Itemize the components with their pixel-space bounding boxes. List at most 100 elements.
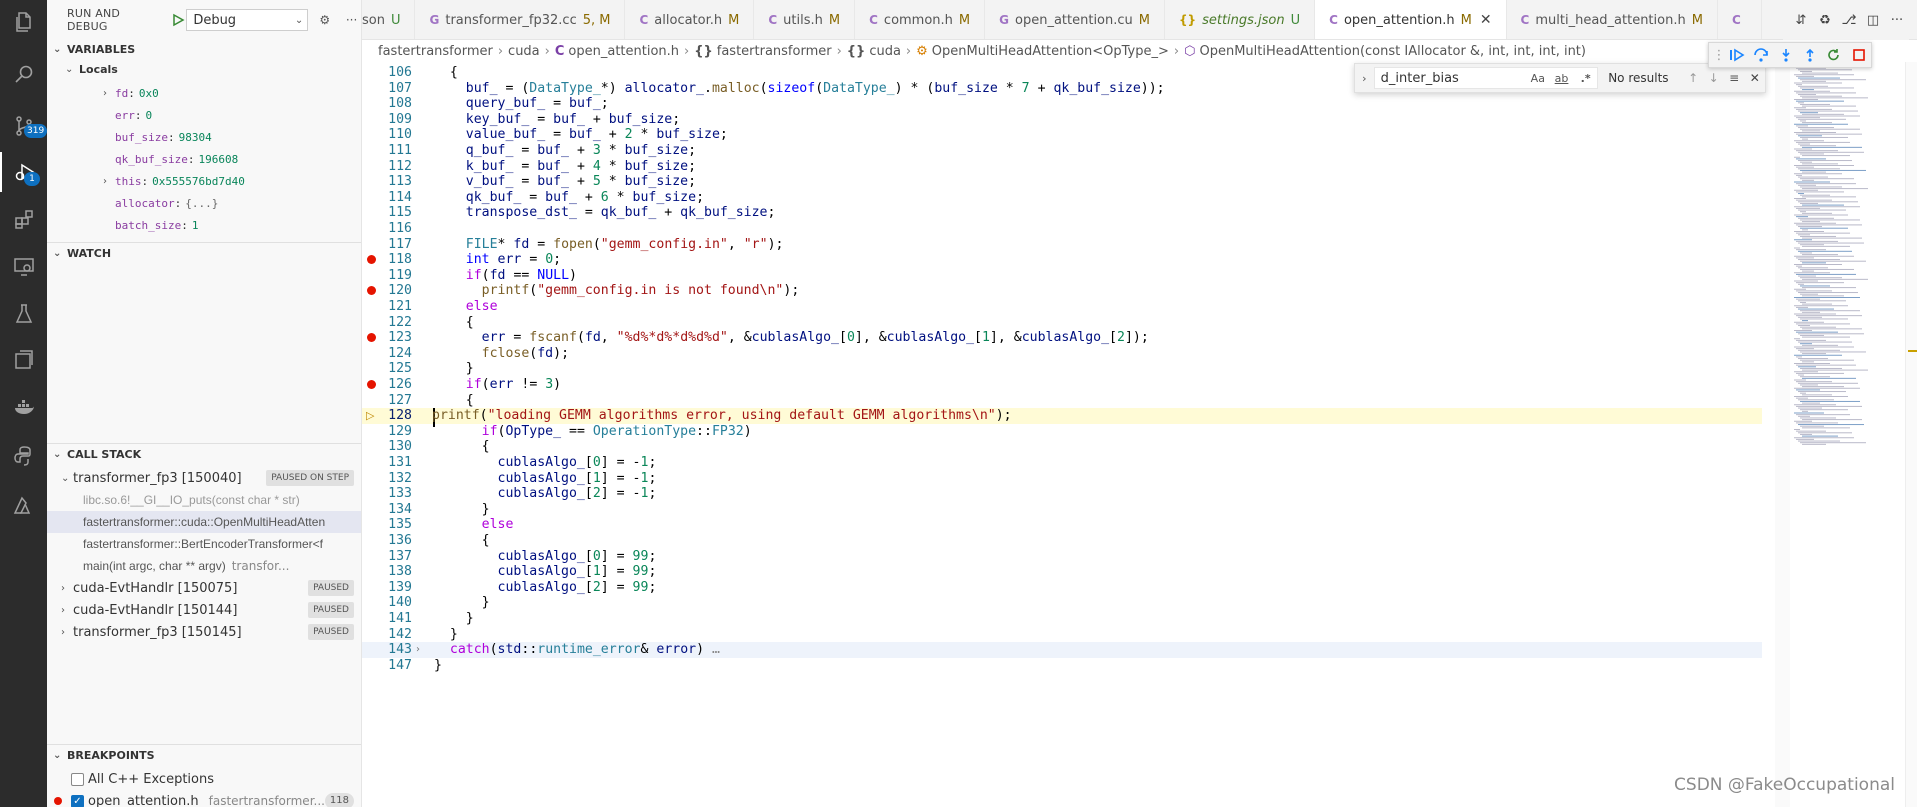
code-line[interactable]: 110 value_buf_ = buf_ + 2 * buf_size; xyxy=(362,127,1762,143)
breakpoint-row[interactable]: All C++ Exceptions xyxy=(47,768,361,790)
compare-icon[interactable]: ⇵ xyxy=(1789,8,1813,32)
breadcrumb-item[interactable]: ⚙ OpenMultiHeadAttention<OpType_> xyxy=(916,44,1169,59)
code-line[interactable]: 115 transpose_dst_ = qk_buf_ + qk_buf_si… xyxy=(362,205,1762,221)
code-line[interactable]: 112 k_buf_ = buf_ + 4 * buf_size; xyxy=(362,159,1762,175)
stop-button[interactable] xyxy=(1847,44,1871,66)
search-icon[interactable] xyxy=(0,54,47,94)
close-icon[interactable]: ✕ xyxy=(1480,12,1492,28)
start-debugging-button[interactable] xyxy=(169,11,186,29)
git-icon[interactable]: ⎇ xyxy=(1837,8,1861,32)
code-line[interactable]: 108 query_buf_ = buf_; xyxy=(362,96,1762,112)
code-line[interactable]: 126 if(err != 3) xyxy=(362,377,1762,393)
code-line[interactable]: ▷ 128 printf("loading GEMM algorithms erro… xyxy=(362,408,1762,427)
code-line[interactable]: 142 } xyxy=(362,627,1762,643)
tab-open-attention-cu[interactable]: Gopen_attention.cu M xyxy=(985,0,1165,39)
callstack-thread[interactable]: › cuda-EvtHandlr [150144] PAUSED xyxy=(47,599,361,621)
regex-button[interactable]: .* xyxy=(1581,72,1591,85)
python-icon[interactable] xyxy=(0,436,47,476)
match-case-button[interactable]: Aa xyxy=(1531,72,1545,85)
breakpoint-icon[interactable] xyxy=(367,255,376,265)
variable-row[interactable]: batch_size:1 xyxy=(47,214,361,236)
code-line[interactable]: 135 else xyxy=(362,517,1762,533)
gear-icon[interactable]: ⚙ xyxy=(314,9,335,31)
chevron-right-icon[interactable]: › xyxy=(103,88,115,99)
tab-son[interactable]: son U xyxy=(362,0,416,39)
debug-config-select[interactable]: Debug ⌄ xyxy=(186,9,309,31)
code-line[interactable]: 132 cublasAlgo_[1] = -1; xyxy=(362,471,1762,487)
whole-word-button[interactable]: ab xyxy=(1555,72,1569,85)
more-actions-icon[interactable]: ··· xyxy=(341,9,361,31)
code-line[interactable]: 141 } xyxy=(362,611,1762,627)
code-line[interactable]: 109 key_buf_ = buf_ + buf_size; xyxy=(362,112,1762,128)
find-in-selection-icon[interactable]: ≡ xyxy=(1724,71,1745,85)
breadcrumb-item[interactable]: {} fastertransformer xyxy=(694,44,831,59)
variable-row[interactable]: › fd:0x0 xyxy=(47,82,361,104)
code-line[interactable]: 124 fclose(fd); xyxy=(362,346,1762,362)
code-line[interactable]: 120 printf("gemm_config.in is not found\… xyxy=(362,283,1762,299)
close-icon[interactable]: ✕ xyxy=(1744,71,1765,85)
callstack-frame[interactable]: libc.so.6!__GI__IO_puts(const char * str… xyxy=(47,489,361,511)
variable-row[interactable]: › this:0x555576bd7d40 xyxy=(47,170,361,192)
tab-open-attention-h[interactable]: Copen_attention.h M ✕ xyxy=(1315,0,1507,39)
code-line[interactable]: 117 FILE* fd = fopen("gemm_config.in", "… xyxy=(362,237,1762,253)
code-line[interactable]: 133 cublasAlgo_[2] = -1; xyxy=(362,486,1762,502)
tab-settings-json[interactable]: {} settings.json U xyxy=(1165,0,1316,39)
code-line[interactable]: 131 cublasAlgo_[0] = -1; xyxy=(362,455,1762,471)
chevron-right-icon[interactable]: › xyxy=(103,176,115,187)
callstack-frame[interactable]: fastertransformer::cuda::OpenMultiHeadAt… xyxy=(47,511,361,533)
code-line[interactable]: 118 int err = 0; xyxy=(362,252,1762,268)
locals-scope[interactable]: ⌄ Locals xyxy=(47,58,361,80)
variable-row[interactable]: allocator: {...} xyxy=(47,192,361,214)
code-line[interactable]: 113 v_buf_ = buf_ + 5 * buf_size; xyxy=(362,174,1762,190)
variable-row[interactable]: buf_size:98304 xyxy=(47,126,361,148)
breakpoint-icon[interactable] xyxy=(367,333,376,343)
breadcrumb-item[interactable]: fastertransformer xyxy=(378,44,493,59)
watch-section-header[interactable]: ⌄ WATCH xyxy=(47,242,361,264)
variable-row[interactable]: qk_buf_size:196608 xyxy=(47,148,361,170)
code-line[interactable]: 127 { xyxy=(362,393,1762,409)
breakpoint-icon[interactable] xyxy=(367,286,376,296)
chevron-down-icon[interactable]: ⌄ xyxy=(61,473,73,484)
arrow-down-icon[interactable]: ↓ xyxy=(1703,71,1724,85)
code-line[interactable]: 136 { xyxy=(362,533,1762,549)
tab-more[interactable]: C xyxy=(1718,0,1762,39)
minimap[interactable] xyxy=(1790,62,1905,807)
chevron-right-icon[interactable]: › xyxy=(1355,72,1374,85)
restart-button[interactable] xyxy=(1822,44,1846,66)
variable-row[interactable]: err:0 xyxy=(47,104,361,126)
breakpoints-section-header[interactable]: ⌄ BREAKPOINTS xyxy=(47,744,361,766)
chevron-right-icon[interactable]: › xyxy=(61,583,73,594)
callstack-frame[interactable]: fastertransformer::BertEncoderTransforme… xyxy=(47,533,361,555)
code-line[interactable]: 121 else xyxy=(362,299,1762,315)
tab-utils-h[interactable]: Cutils.h M xyxy=(754,0,856,39)
callstack-thread[interactable]: › cuda-EvtHandlr [150075] PAUSED xyxy=(47,577,361,599)
extensions-icon[interactable] xyxy=(0,200,47,240)
callstack-thread[interactable]: ⌄ transformer_fp3 [150040] PAUSED ON STEP xyxy=(47,467,361,489)
code-line[interactable]: 137 cublasAlgo_[0] = 99; xyxy=(362,549,1762,565)
code-line[interactable]: 125 } xyxy=(362,361,1762,377)
chevron-right-icon[interactable]: › xyxy=(61,605,73,616)
azure-icon[interactable] xyxy=(0,486,47,526)
step-into-button[interactable] xyxy=(1774,44,1798,66)
variables-section-header[interactable]: ⌄ VARIABLES xyxy=(47,38,361,60)
tab-transformer-fp32-cc[interactable]: Gtransformer_fp32.cc 5, M xyxy=(415,0,626,39)
code-line[interactable]: 123 err = fscanf(fd, "%d%*d%*d%d%d", &cu… xyxy=(362,330,1762,346)
code-line[interactable]: 130 { xyxy=(362,439,1762,455)
code-line[interactable]: 111 q_buf_ = buf_ + 3 * buf_size; xyxy=(362,143,1762,159)
docker-icon[interactable] xyxy=(0,388,47,428)
drag-handle-icon[interactable]: ⋮ xyxy=(1713,44,1726,66)
callstack-thread[interactable]: › transformer_fp3 [150145] PAUSED xyxy=(47,621,361,643)
code-line[interactable]: 129 if(OpType_ == OperationType::FP32) xyxy=(362,424,1762,440)
code-line[interactable]: 140 } xyxy=(362,595,1762,611)
breadcrumb-item[interactable]: {} cuda xyxy=(847,44,901,59)
find-input[interactable]: d_inter_bias Aa ab .* xyxy=(1373,67,1599,89)
testing-icon[interactable] xyxy=(0,294,47,334)
chevron-right-icon[interactable]: › xyxy=(416,642,420,658)
code-line[interactable]: 138 cublasAlgo_[1] = 99; xyxy=(362,564,1762,580)
code-editor[interactable]: 106 {107 buf_ = (DataType_*) allocator_.… xyxy=(362,62,1762,807)
open-changes-icon[interactable]: ♻ xyxy=(1813,8,1837,32)
more-actions-icon[interactable]: ··· xyxy=(1885,8,1909,32)
code-line[interactable]: 114 qk_buf_ = buf_ + 6 * buf_size; xyxy=(362,190,1762,206)
remote-explorer-icon[interactable] xyxy=(0,246,47,286)
code-line[interactable]: 139 cublasAlgo_[2] = 99; xyxy=(362,580,1762,596)
